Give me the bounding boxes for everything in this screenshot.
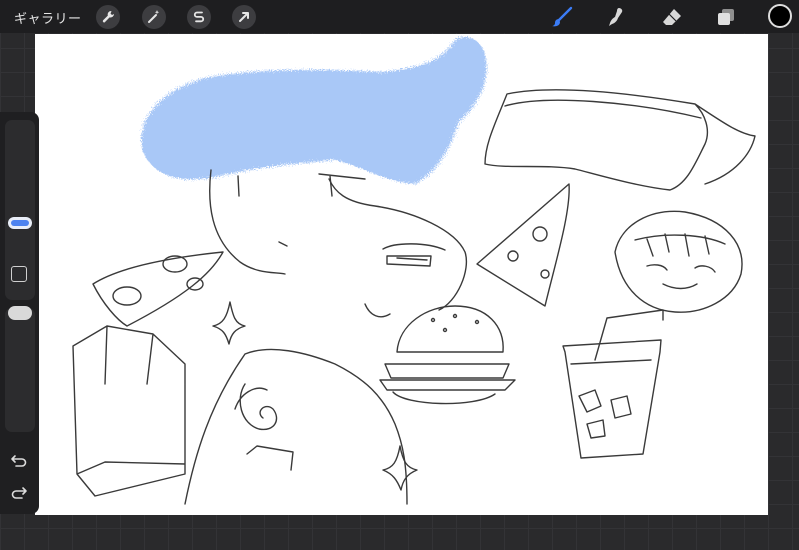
brush-icon <box>552 6 573 27</box>
brush-size-slider-thumb[interactable] <box>8 217 32 229</box>
undo-button[interactable] <box>9 451 29 471</box>
color-picker-button[interactable] <box>768 4 792 28</box>
drink-straw <box>594 309 664 361</box>
selection-button[interactable] <box>187 5 211 29</box>
smudge-tool-button[interactable] <box>604 5 630 29</box>
drawing-canvas[interactable] <box>35 34 768 515</box>
body-swirl-emblem <box>234 383 278 431</box>
smudge-finger-icon <box>609 8 623 26</box>
pepperoni <box>540 269 550 279</box>
drink-ice <box>578 389 632 439</box>
pepperoni <box>112 286 142 306</box>
gift-box-sketch <box>72 325 186 497</box>
hamburger-top-bun <box>396 305 504 353</box>
actions-button[interactable] <box>96 5 120 29</box>
visor-cap-sketch <box>484 89 756 191</box>
sesame-seed <box>442 327 448 333</box>
magic-wand-icon <box>148 10 160 23</box>
selection-s-icon <box>193 11 205 23</box>
pizza-slice-large <box>92 251 224 327</box>
gallery-button[interactable]: ギャラリー <box>14 8 82 27</box>
layers-icon <box>718 9 734 25</box>
small-face-hair <box>634 233 726 257</box>
adjustments-button[interactable] <box>142 5 166 29</box>
wrench-icon <box>102 11 115 23</box>
character-eye-closeup <box>382 243 446 267</box>
opacity-slider-track[interactable] <box>5 308 35 432</box>
undo-icon <box>11 455 27 467</box>
hamburger-patty <box>379 363 516 391</box>
opacity-slider-thumb[interactable] <box>8 306 32 320</box>
redo-icon <box>11 487 27 499</box>
blue-hair-stroke <box>141 36 487 184</box>
pepperoni <box>507 250 519 262</box>
drink-cup-sketch <box>562 339 662 459</box>
pepperoni <box>532 226 548 242</box>
pizza-slice-small <box>476 183 570 307</box>
small-face-eyes <box>646 264 716 290</box>
sesame-seed <box>452 313 458 319</box>
character-mouth <box>364 303 391 318</box>
eraser-icon <box>663 9 681 25</box>
sesame-seed <box>474 319 480 325</box>
arrow-cursor-icon <box>239 12 249 22</box>
eraser-tool-button[interactable] <box>659 5 685 29</box>
character-body-sketch <box>184 348 408 505</box>
top-toolbar: ギャラリー <box>0 0 799 33</box>
character-nose <box>278 241 288 247</box>
transform-button[interactable] <box>232 5 256 29</box>
sesame-seed <box>430 317 436 323</box>
character-eye-left <box>237 175 240 197</box>
character-face-sketch <box>209 169 467 311</box>
modify-button[interactable] <box>11 266 27 282</box>
character-eye-right <box>318 173 366 197</box>
small-face-sketch <box>614 210 743 313</box>
redo-button[interactable] <box>9 483 29 503</box>
layers-button[interactable] <box>713 5 739 29</box>
hamburger-bottom-bun <box>392 391 496 405</box>
brush-tool-button[interactable] <box>549 5 575 29</box>
body-pocket <box>246 445 294 471</box>
canvas-artwork <box>72 36 756 505</box>
